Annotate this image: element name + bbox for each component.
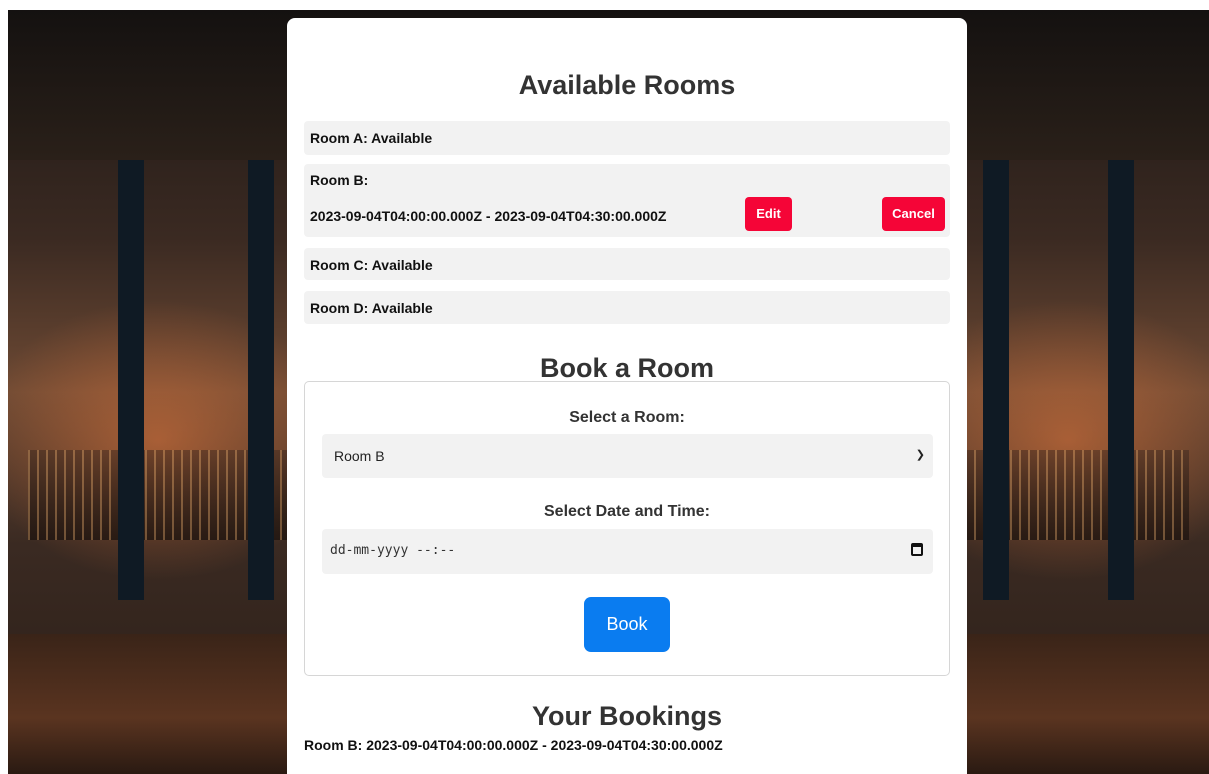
window-pillar bbox=[1108, 160, 1134, 600]
city-lights-right bbox=[929, 450, 1189, 540]
room-status: Room C: Available bbox=[310, 257, 433, 273]
datetime-label: Select Date and Time: bbox=[544, 503, 710, 520]
book-room-title: Book a Room bbox=[539, 353, 714, 383]
window-pillar bbox=[118, 160, 144, 600]
room-row-a: Room A: Available bbox=[304, 121, 950, 155]
book-button[interactable]: Book bbox=[584, 597, 670, 652]
datetime-input[interactable]: dd-mm-yyyy --:-- bbox=[322, 529, 933, 574]
booking-item: Room B: 2023-09-04T04:00:00.000Z - 2023-… bbox=[304, 737, 723, 753]
room-row-b: Room B: 2023-09-04T04:00:00.000Z - 2023-… bbox=[304, 164, 950, 237]
select-room-label: Select a Room: bbox=[569, 409, 685, 426]
cancel-booking-button[interactable]: Cancel bbox=[882, 197, 945, 231]
calendar-icon[interactable] bbox=[911, 543, 923, 556]
datetime-placeholder: dd-mm-yyyy --:-- bbox=[330, 543, 456, 558]
room-select[interactable]: Room B ❯ bbox=[322, 434, 933, 478]
room-row-c: Room C: Available bbox=[304, 248, 950, 280]
room-status: Room A: Available bbox=[310, 130, 433, 146]
room-booking-detail: 2023-09-04T04:00:00.000Z - 2023-09-04T04… bbox=[310, 208, 667, 224]
window-pillar bbox=[248, 160, 274, 600]
window-pillar bbox=[983, 160, 1009, 600]
room-select-value: Room B bbox=[334, 448, 385, 464]
room-status: Room B: bbox=[310, 172, 369, 188]
available-rooms-title: Available Rooms bbox=[518, 70, 736, 100]
edit-booking-button[interactable]: Edit bbox=[745, 197, 792, 231]
room-status: Room D: Available bbox=[310, 300, 433, 316]
room-row-d: Room D: Available bbox=[304, 291, 950, 324]
booking-panel: Available Rooms Room A: Available Room B… bbox=[287, 18, 967, 774]
booking-form: Select a Room: Room B ❯ Select Date and … bbox=[304, 381, 950, 676]
your-bookings-title: Your Bookings bbox=[531, 701, 722, 731]
chevron-down-icon: ❯ bbox=[915, 449, 925, 461]
